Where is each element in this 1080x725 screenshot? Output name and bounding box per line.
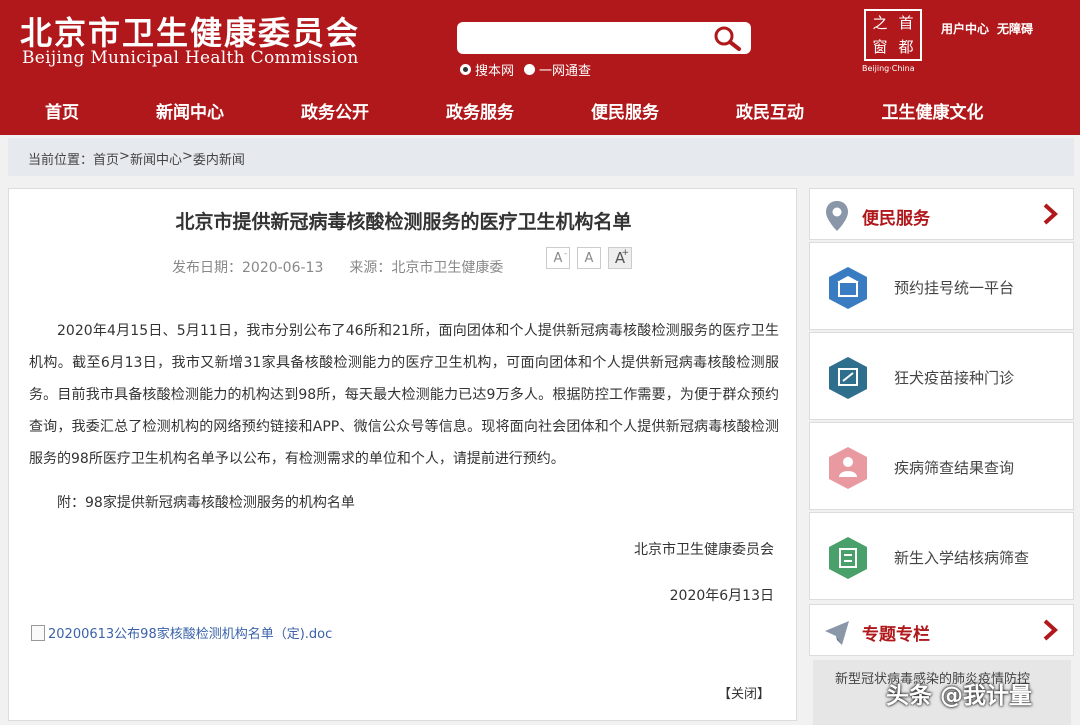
user-center-link[interactable]: 用户中心 [941,20,989,37]
capital-char: 首 [898,14,914,32]
nav-gov-services[interactable]: 政务服务 [440,92,520,135]
font-size-controls: A- A A + [546,247,632,269]
document-link-label: 20200613公布98家核酸检测机构名单（定).doc [48,627,333,642]
service-tb-screening[interactable]: 新生入学结核病筛查 [809,512,1074,600]
font-reset-button[interactable]: A [577,247,601,269]
special-topics-header[interactable]: 专题专栏 [809,604,1074,656]
nav-convenience[interactable]: 便民服务 [585,92,665,135]
hospital-icon [829,267,867,309]
service-screening[interactable]: 疾病筛查结果查询 [809,422,1074,510]
user-links: 用户中心 无障碍 [941,20,1033,37]
close-button[interactable]: 【关闭】 [718,683,770,702]
document-link[interactable]: 20200613公布98家核酸检测机构名单（定).doc [31,623,332,642]
service-label: 狂犬疫苗接种门诊 [894,369,1015,387]
search-scope: 搜本网 一网通查 [460,60,591,79]
article-title: 北京市提供新冠病毒核酸检测服务的医疗卫生机构名单 [175,211,632,233]
sidebar: 便民服务 预约挂号统一平台 狂犬疫苗接种门诊 疾病筛查结果查询 新生入学结核病筛… [809,188,1074,725]
service-label: 预约挂号统一平台 [894,279,1015,297]
attachment-note: 附：98家提供新冠病毒核酸检测服务的机构名单 [57,495,355,511]
baby-icon [829,447,867,489]
capital-logo-caption: Beijing·China [862,64,915,73]
article-date: 2020年6月13日 [669,588,774,604]
service-label: 新生入学结核病筛查 [894,549,1030,567]
breadcrumb-news[interactable]: 新闻中心 [130,149,182,168]
breadcrumb-current[interactable]: 委内新闻 [193,149,245,168]
service-rabies[interactable]: 狂犬疫苗接种门诊 [809,332,1074,420]
capital-window-logo[interactable]: 之 首 窗 都 [864,9,922,61]
radio-all-search[interactable]: 一网通查 [524,60,591,79]
article-meta: 发布日期：2020-06-13 来源：北京市卫生健康委 [172,257,503,277]
radio-site-search[interactable]: 搜本网 [460,60,514,79]
search-icon[interactable] [713,25,743,51]
font-decrease-button[interactable]: A- [546,247,570,269]
breadcrumb-separator: > [119,149,130,164]
publish-date: 发布日期：2020-06-13 [172,260,324,276]
article-panel: 北京市提供新冠病毒核酸检测服务的医疗卫生机构名单 发布日期：2020-06-13… [8,188,797,721]
vaccine-icon [829,357,867,399]
font-reset-label: A [584,250,594,266]
article-signature: 北京市卫生健康委员会 [634,542,774,558]
nav-interaction[interactable]: 政民互动 [730,92,810,135]
main-nav: 首页 新闻中心 政务公开 政务服务 便民服务 政民互动 卫生健康文化 [0,92,1080,135]
site-header: 北京市卫生健康委员会 Beijing Municipal Health Comm… [0,0,1080,92]
breadcrumb-separator: > [181,149,193,164]
service-label: 疾病筛查结果查询 [894,459,1015,477]
radio-unchecked-icon [524,64,536,75]
convenience-title: 便民服务 [862,209,930,229]
nav-home[interactable]: 首页 [30,92,94,135]
nav-gov-affairs[interactable]: 政务公开 [295,92,375,135]
student-icon [829,537,867,579]
broken-image-icon [31,624,45,641]
nav-health-culture[interactable]: 卫生健康文化 [875,92,990,135]
paper-plane-icon [825,621,849,645]
chevron-right-icon[interactable] [1041,618,1059,642]
article-source: 来源：北京市卫生健康委 [349,260,504,276]
article-body: 2020年4月15日、5月11日，我市分别公布了46所和21所，面向团体和个人提… [29,323,779,467]
radio-checked-icon [460,64,471,75]
special-topics-title: 专题专栏 [862,625,930,645]
accessibility-link[interactable]: 无障碍 [997,20,1033,37]
chevron-right-icon[interactable] [1041,202,1059,226]
breadcrumb-home[interactable]: 首页 [93,149,119,168]
search-input[interactable] [457,22,751,54]
location-pin-icon [826,201,848,231]
font-increase-button[interactable]: A + [608,247,632,269]
breadcrumb: 当前位置： 首页 > 新闻中心 > 委内新闻 [8,138,1074,176]
breadcrumb-prefix: 当前位置： [28,153,94,168]
watermark: 头条 @我计量 [886,683,1033,709]
convenience-header[interactable]: 便民服务 [809,188,1074,240]
capital-char: 窗 [872,38,888,56]
capital-char: 都 [898,38,914,56]
site-logo-english[interactable]: Beijing Municipal Health Commission [22,48,359,68]
radio-site-label: 搜本网 [475,64,515,79]
capital-char: 之 [872,14,888,32]
radio-all-label: 一网通查 [539,64,592,79]
font-decrease-label: A [553,250,563,266]
nav-news[interactable]: 新闻中心 [150,92,230,135]
service-appointment[interactable]: 预约挂号统一平台 [809,242,1074,330]
